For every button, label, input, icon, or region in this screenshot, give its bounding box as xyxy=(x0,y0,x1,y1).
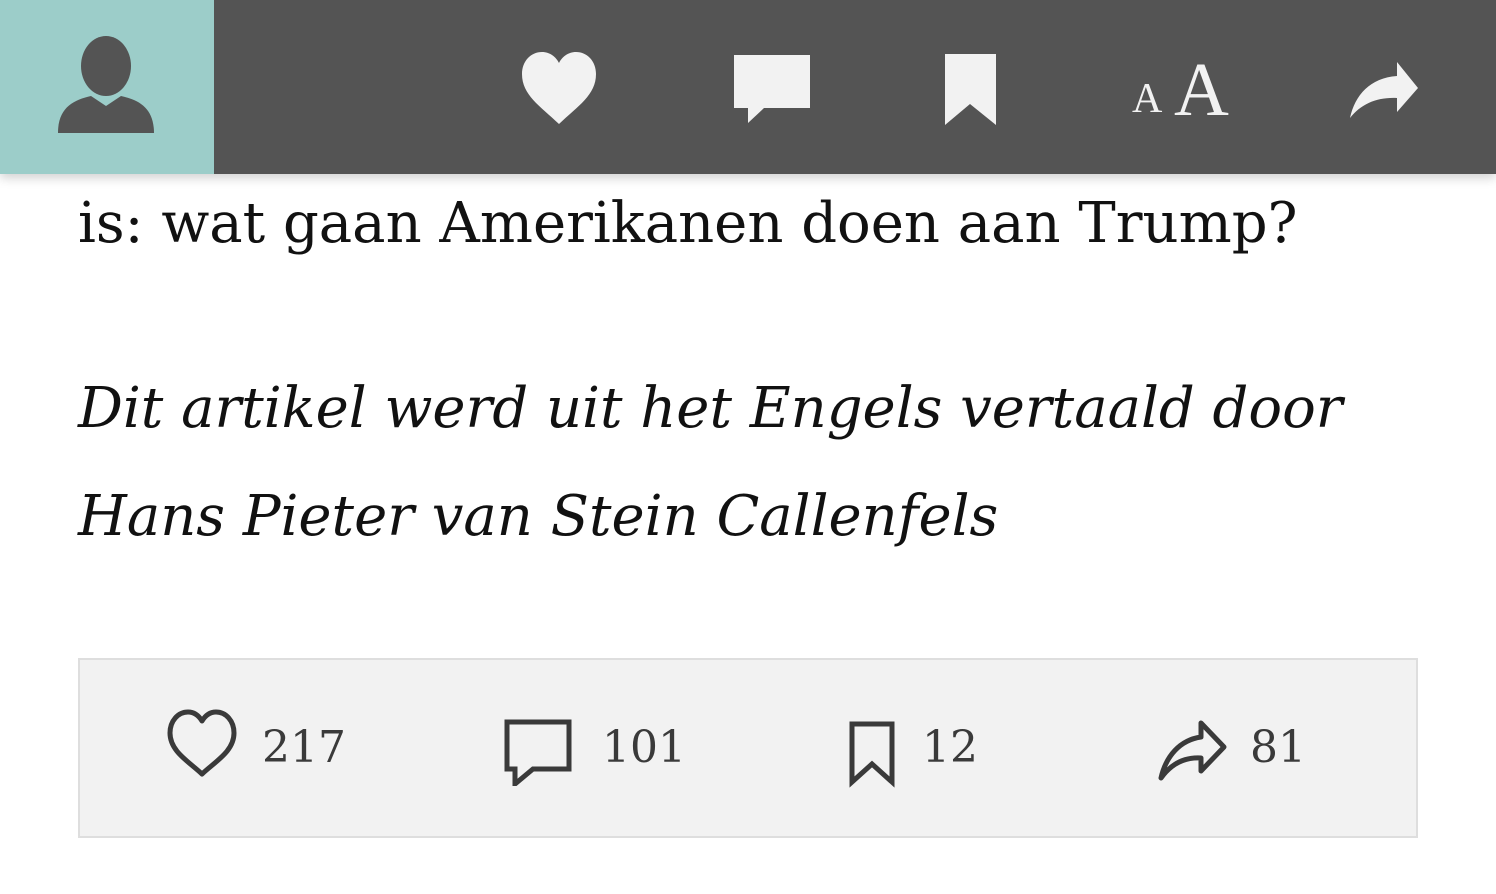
speech-bubble-outline-icon xyxy=(504,719,572,786)
heart-outline-icon xyxy=(167,709,237,777)
comment-stat-button[interactable]: 101 xyxy=(502,706,702,796)
heart-icon xyxy=(522,52,596,124)
like-count: 217 xyxy=(262,722,346,773)
translation-credit: Dit artikel werd uit het Engels vertaald… xyxy=(78,355,1343,571)
profile-button[interactable] xyxy=(0,0,214,174)
speech-bubble-icon xyxy=(734,55,810,123)
user-silhouette-icon xyxy=(58,36,154,133)
font-size-button[interactable]: A A xyxy=(1120,40,1250,130)
like-button[interactable] xyxy=(500,0,620,174)
share-count: 81 xyxy=(1250,722,1306,773)
share-outline-icon xyxy=(1158,720,1227,781)
like-stat-button[interactable]: 217 xyxy=(166,706,366,796)
share-stat-button[interactable]: 81 xyxy=(1158,706,1338,796)
translation-credit-line-1: Dit artikel werd uit het Engels vertaald… xyxy=(78,376,1343,441)
bookmark-count: 12 xyxy=(922,722,978,773)
share-button[interactable] xyxy=(1325,0,1445,174)
bookmark-button[interactable] xyxy=(910,0,1030,174)
share-arrow-icon xyxy=(1350,62,1418,118)
top-toolbar: A A xyxy=(0,0,1496,174)
font-size-small-glyph: A xyxy=(1132,76,1163,122)
font-size-large-glyph: A xyxy=(1174,48,1229,132)
translation-credit-line-2: Hans Pieter van Stein Callenfels xyxy=(78,484,999,549)
comment-button[interactable] xyxy=(712,0,832,174)
bookmark-stat-button[interactable]: 12 xyxy=(846,706,1006,796)
bookmark-outline-icon xyxy=(849,721,895,788)
bookmark-icon xyxy=(945,54,996,125)
comment-count: 101 xyxy=(602,722,686,773)
article-text-line: is: wat gaan Amerikanen doen aan Trump? xyxy=(78,191,1298,256)
engagement-stats-panel: 217 101 12 81 xyxy=(78,658,1418,838)
